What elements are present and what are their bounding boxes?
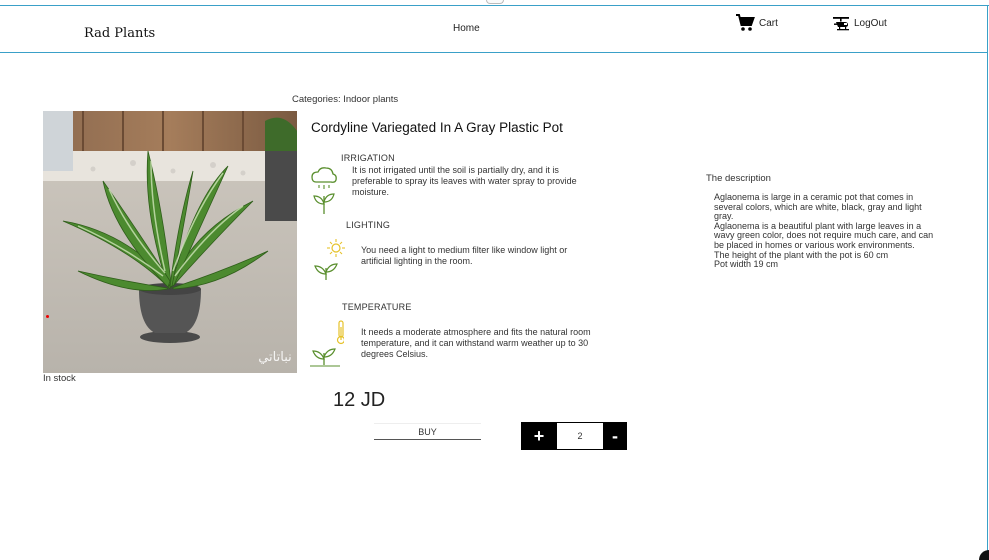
temperature-text: It needs a moderate atmosphere and fits … (361, 327, 591, 359)
nav-logout-label: LogOut (854, 17, 887, 29)
rain-cloud-sprout-icon (310, 166, 338, 221)
product-image: نباتاتي (43, 111, 297, 373)
quantity-input[interactable] (557, 422, 603, 450)
stock-status: In stock (43, 373, 76, 384)
nav-cart-label: Cart (759, 17, 778, 29)
sun-sprout-icon (312, 238, 346, 287)
red-marker (46, 315, 49, 318)
description-line: Aglaonema is large in a ceramic pot that… (714, 192, 922, 222)
increase-quantity-button[interactable]: + (521, 422, 557, 450)
window-right-border (987, 5, 988, 560)
helicopter-icon (832, 15, 852, 31)
buy-button[interactable]: BUY (374, 423, 481, 440)
description-line: Aglaonema is a beautiful plant with larg… (714, 220, 934, 250)
brand-logo[interactable]: Rad Plants (84, 26, 155, 41)
thermometer-sprout-icon (308, 319, 346, 374)
shopping-cart-icon (735, 14, 755, 32)
temperature-heading: TEMPERATURE (342, 302, 412, 312)
lighting-text: You need a light to medium filter like w… (361, 245, 568, 266)
nav-cart-link[interactable]: Cart (735, 14, 778, 32)
window-corner (979, 550, 989, 560)
decrease-quantity-button[interactable]: - (603, 422, 627, 450)
description-body: Aglaonema is large in a ceramic pot that… (714, 192, 936, 270)
quantity-stepper: + - (521, 422, 627, 450)
nav-logout-link[interactable]: LogOut (832, 15, 887, 31)
product-categories: Categories: Indoor plants (292, 94, 399, 105)
description-heading: The description (706, 173, 771, 184)
irrigation-text: It is not irrigated until the soil is pa… (352, 165, 577, 197)
product-title: Cordyline Variegated In A Gray Plastic P… (311, 120, 563, 135)
navbar: Rad Plants Home Cart LogOut (0, 6, 988, 53)
plant-photo: نباتاتي (43, 111, 297, 373)
nav-home-link[interactable]: Home (453, 23, 480, 34)
window-notch (486, 0, 504, 4)
image-watermark: نباتاتي (258, 350, 292, 365)
irrigation-heading: IRRIGATION (341, 153, 395, 163)
lighting-heading: LIGHTING (346, 220, 391, 230)
description-line: Pot width 19 cm (714, 259, 779, 270)
product-price: 12 JD (333, 389, 386, 411)
